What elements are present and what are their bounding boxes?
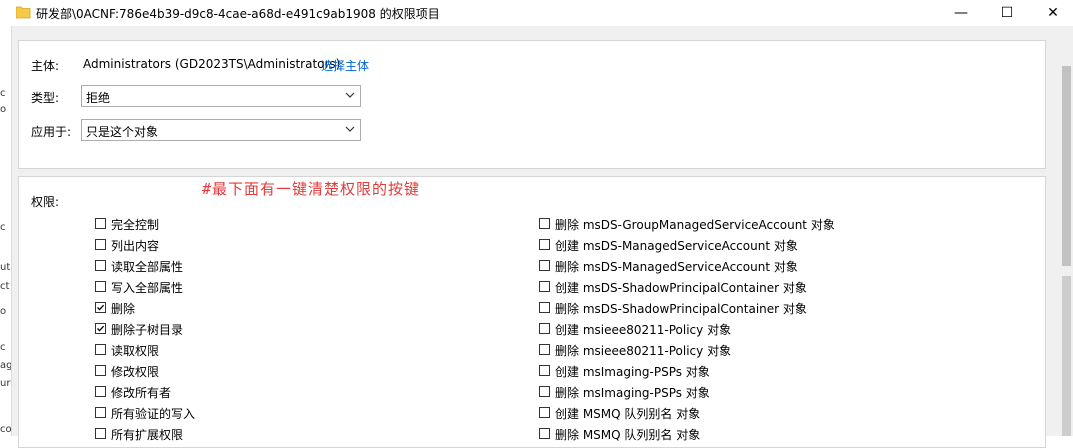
permission-label: 创建 MSMQ 队列别名 对象: [555, 407, 701, 421]
permission-checkbox[interactable]: [95, 323, 106, 334]
applies-to-label: 应用于:: [31, 125, 72, 139]
permission-checkbox[interactable]: [539, 344, 550, 355]
close-button[interactable]: ✕: [1030, 0, 1073, 26]
permission-checkbox[interactable]: [95, 260, 106, 271]
scrollbar-track-lower: [1062, 276, 1071, 436]
permission-label: 删除 msieee80211-Policy 对象: [555, 344, 732, 358]
permission-checkbox[interactable]: [539, 218, 550, 229]
folder-icon: [16, 6, 31, 19]
type-select[interactable]: 拒绝: [81, 85, 361, 107]
permission-checkbox[interactable]: [95, 218, 106, 229]
permission-label: 创建 msDS-ManagedServiceAccount 对象: [555, 239, 798, 253]
minimize-icon: —: [954, 5, 968, 21]
checkmark-icon: [97, 325, 105, 332]
permission-checkbox[interactable]: [95, 344, 106, 355]
strip-text: ag: [0, 360, 12, 371]
permission-checkbox[interactable]: [95, 281, 106, 292]
permission-checkbox[interactable]: [539, 260, 550, 271]
strip-text: o: [0, 104, 7, 115]
title-bar: 研发部\0ACNF:786e4b39-d9c8-4cae-a68d-e491c9…: [0, 0, 1073, 26]
permission-checkbox[interactable]: [95, 428, 106, 439]
permission-checkbox[interactable]: [95, 302, 106, 313]
permission-label: 列出内容: [111, 239, 160, 253]
maximize-icon: ☐: [1000, 5, 1014, 21]
type-label: 类型:: [31, 91, 60, 105]
permission-label: 所有扩展权限: [111, 428, 184, 442]
checkmark-icon: [97, 304, 105, 311]
permission-checkbox[interactable]: [539, 302, 550, 313]
permission-checkbox[interactable]: [539, 428, 550, 439]
permission-label: 创建 msieee80211-Policy 对象: [555, 323, 732, 337]
scrollbar-thumb[interactable]: [1062, 66, 1071, 266]
strip-text: ut: [0, 262, 11, 273]
permission-label: 删除 msDS-GroupManagedServiceAccount 对象: [555, 218, 835, 232]
permission-label: 读取权限: [111, 344, 160, 358]
permission-checkbox[interactable]: [539, 281, 550, 292]
permission-label: 删除 msImaging-PSPs 对象: [555, 386, 710, 400]
permissions-label: 权限:: [31, 195, 60, 209]
strip-text: o: [0, 306, 7, 317]
permission-checkbox[interactable]: [539, 239, 550, 250]
permission-checkbox[interactable]: [95, 239, 106, 250]
permissions-panel: 权限: 完全控制列出内容读取全部属性 写入全部属性 删除删除子树目录 读取权限修改权限…: [18, 176, 1046, 448]
permission-label: 删除 MSMQ 队列别名 对象: [555, 428, 701, 442]
strip-text: ur: [0, 378, 11, 389]
chevron-down-icon: [345, 126, 355, 132]
permission-label: 删除 msDS-ShadowPrincipalContainer 对象: [555, 302, 807, 316]
strip-text: co: [0, 424, 12, 435]
permission-entry-dialog: 主体: Administrators (GD2023TS\Administrat…: [12, 26, 1060, 448]
permission-label: 修改权限: [111, 365, 160, 379]
permission-label: 写入全部属性: [111, 281, 184, 295]
permission-label: 删除 msDS-ManagedServiceAccount 对象: [555, 260, 798, 274]
principal-value: Administrators (GD2023TS\Administrators): [83, 57, 341, 71]
minimize-button[interactable]: —: [938, 0, 984, 26]
permission-label: 删除: [111, 302, 136, 316]
permission-checkbox[interactable]: [95, 386, 106, 397]
vertical-scrollbar[interactable]: [1060, 26, 1073, 436]
background-window-strip: c o c ut ct o c ag ur co: [0, 26, 12, 436]
permission-label: 读取全部属性: [111, 260, 184, 274]
window-title: 研发部\0ACNF:786e4b39-d9c8-4cae-a68d-e491c9…: [36, 7, 440, 21]
principal-panel: 主体: Administrators (GD2023TS\Administrat…: [18, 40, 1046, 169]
strip-text: c: [0, 222, 6, 233]
permission-checkbox[interactable]: [95, 365, 106, 376]
applies-to-select[interactable]: 只是这个对象: [81, 119, 361, 141]
applies-to-select-value: 只是这个对象: [86, 125, 159, 139]
strip-text: c: [0, 342, 6, 353]
permission-label: 创建 msImaging-PSPs 对象: [555, 365, 710, 379]
permission-checkbox[interactable]: [539, 323, 550, 334]
permission-checkbox[interactable]: [539, 365, 550, 376]
permission-checkbox[interactable]: [539, 386, 550, 397]
permission-label: 修改所有者: [111, 386, 172, 400]
select-principal-link[interactable]: 选择主体: [321, 57, 369, 74]
permission-label: 删除子树目录: [111, 323, 184, 337]
strip-text: c: [0, 88, 6, 99]
strip-text: ct: [0, 281, 10, 292]
permission-label: 创建 msDS-ShadowPrincipalContainer 对象: [555, 281, 807, 295]
permission-label: 完全控制: [111, 218, 160, 232]
principal-label: 主体:: [31, 59, 60, 73]
close-icon: ✕: [1047, 5, 1059, 21]
maximize-button[interactable]: ☐: [984, 0, 1030, 26]
permission-checkbox[interactable]: [95, 407, 106, 418]
type-select-value: 拒绝: [86, 91, 111, 105]
permission-checkbox[interactable]: [539, 407, 550, 418]
chevron-down-icon: [345, 92, 355, 98]
annotation-note: #最下面有一键清楚权限的按键: [202, 180, 421, 198]
permission-label: 所有验证的写入: [111, 407, 196, 421]
